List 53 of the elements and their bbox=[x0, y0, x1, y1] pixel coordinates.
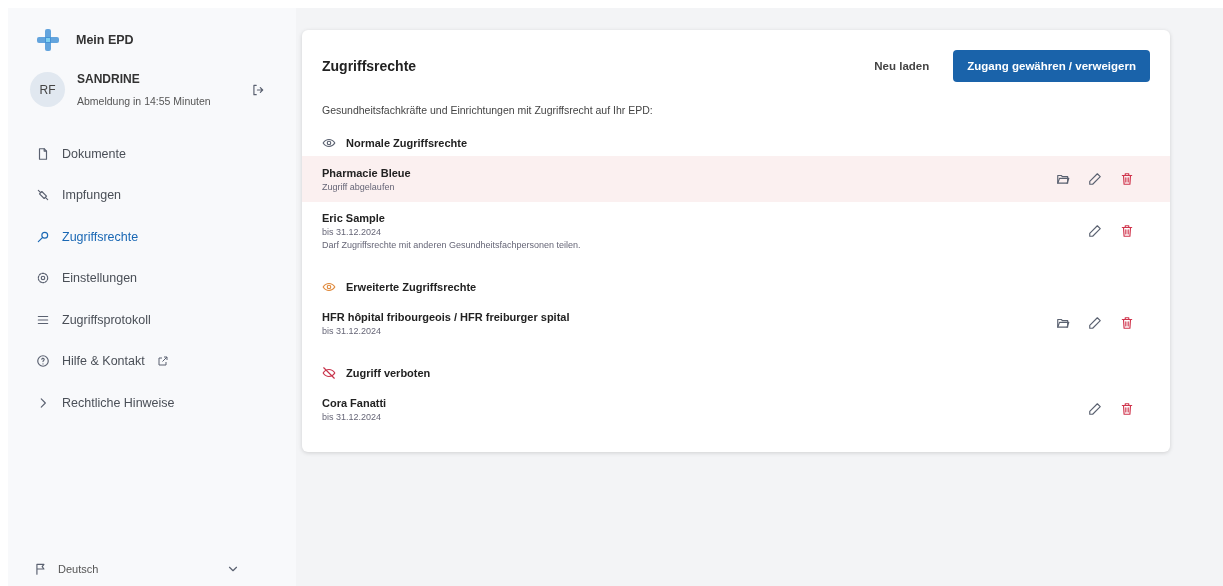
entry-detail: bis 31.12.2024 bbox=[322, 325, 383, 336]
grant-access-button[interactable]: Zugang gewähren / verweigern bbox=[953, 50, 1150, 82]
logout-icon bbox=[251, 82, 265, 97]
entry-name: Pharmacie Bleue bbox=[322, 166, 412, 179]
eye-icon bbox=[322, 280, 336, 294]
folder-icon bbox=[1056, 172, 1070, 186]
logo-icon bbox=[36, 28, 60, 52]
intro-text: Gesundheitsfachkräfte und Einrichtungen mit Zugriffsrecht auf Ihr EPD: bbox=[322, 104, 654, 116]
gear-icon bbox=[36, 271, 50, 286]
user-name: SANDRINE bbox=[77, 72, 141, 86]
session-timer: Abmeldung in 14:55 Minuten bbox=[77, 95, 212, 107]
reload-button[interactable]: Neu laden bbox=[868, 59, 936, 73]
pencil-icon bbox=[1088, 402, 1102, 416]
nav-item[interactable]: Zugriffsrechte bbox=[30, 216, 296, 258]
key-icon bbox=[36, 229, 50, 244]
trash-icon bbox=[1120, 172, 1134, 186]
nav-item[interactable]: Hilfe & Kontakt bbox=[30, 340, 296, 382]
folder-icon bbox=[1056, 316, 1070, 330]
pencil-icon bbox=[1088, 224, 1102, 238]
card-title: Zugriffsrechte bbox=[322, 58, 418, 74]
pencil-icon bbox=[1088, 172, 1102, 186]
nav-item[interactable]: Zugriffsprotokoll bbox=[30, 299, 296, 341]
edit-button[interactable] bbox=[1086, 222, 1104, 240]
trash-icon bbox=[1120, 316, 1134, 330]
entry-detail: Darf Zugriffsrechte mit anderen Gesundheitsfachpersonen teilen. bbox=[322, 240, 582, 250]
avatar: RF bbox=[30, 72, 65, 107]
edit-button[interactable] bbox=[1086, 170, 1104, 188]
edit-button[interactable] bbox=[1086, 400, 1104, 418]
entry-name: HFR hôpital fribourgeois / HFR freiburger spital bbox=[322, 310, 571, 323]
entry-name: Cora Fanatti bbox=[322, 396, 388, 409]
trash-icon bbox=[1120, 224, 1134, 238]
edit-button[interactable] bbox=[1086, 314, 1104, 332]
entry-name: Eric Sample bbox=[322, 212, 386, 224]
help-icon bbox=[36, 354, 50, 369]
trash-icon bbox=[1120, 402, 1134, 416]
nav-item[interactable]: Einstellungen bbox=[30, 257, 296, 299]
section-title: Erweiterte Zugriffsrechte bbox=[346, 281, 477, 293]
entry-detail: bis 31.12.2024 bbox=[322, 227, 383, 237]
section-title: Normale Zugriffsrechte bbox=[346, 137, 468, 149]
app-title: Mein EPD bbox=[76, 33, 134, 47]
nav-item[interactable]: Rechtliche Hinweise bbox=[30, 382, 296, 424]
pencil-icon bbox=[1088, 316, 1102, 330]
entry-detail: Zugriff abgelaufen bbox=[322, 181, 396, 192]
language-select[interactable]: Deutsch bbox=[30, 562, 240, 576]
section-title: Zugriff verboten bbox=[346, 367, 431, 379]
syringe-icon bbox=[36, 188, 50, 203]
nav-item[interactable]: Impfungen bbox=[30, 174, 296, 216]
flag-icon bbox=[34, 562, 48, 576]
eye-icon bbox=[322, 136, 336, 150]
nav-item[interactable]: Dokumente bbox=[30, 133, 296, 175]
eye-off-icon bbox=[322, 366, 336, 380]
document-icon bbox=[36, 146, 50, 161]
entry-detail: bis 31.12.2024 bbox=[322, 411, 383, 422]
